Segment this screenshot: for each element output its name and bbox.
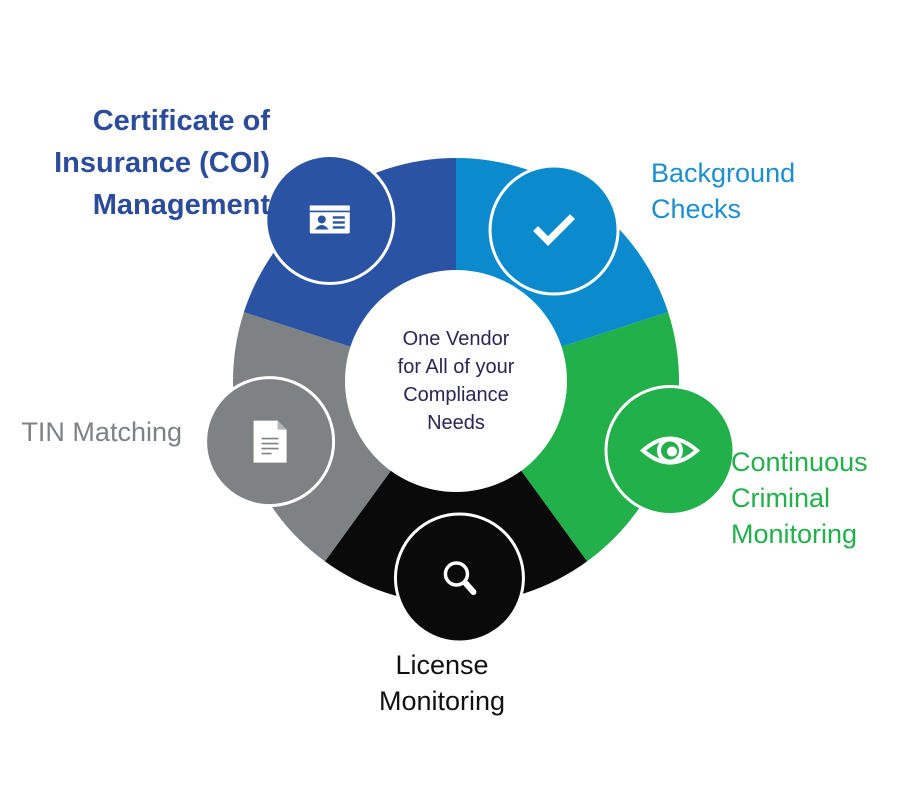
center-text: One Vendor for All of your Compliance Ne… (398, 325, 515, 437)
badge-coi-management (264, 153, 396, 285)
label-line: Background (651, 158, 796, 188)
label-coi-management: Certificate of Insurance (COI) Managemen… (54, 100, 270, 226)
badge-background-checks (488, 164, 620, 296)
id-card-icon (309, 205, 350, 234)
center-line: One Vendor (402, 328, 510, 350)
label-line: Management (92, 189, 270, 221)
badge-license-monitoring (393, 512, 525, 644)
label-line: Monitoring (731, 519, 858, 549)
center-line: for All of your (397, 356, 515, 378)
label-tin-matching: TIN Matching (21, 414, 182, 450)
label-line: Criminal (731, 483, 831, 513)
label-line: Insurance (COI) (54, 147, 270, 179)
document-icon (253, 420, 287, 463)
center-line: Compliance (403, 384, 509, 406)
label-line: TIN Matching (21, 417, 182, 447)
label-line: Continuous (731, 447, 868, 477)
badge-continuous-criminal-monitoring (604, 385, 736, 517)
label-background-checks: Background Checks (651, 155, 795, 227)
badge-circle (488, 164, 620, 296)
label-license-monitoring: License Monitoring (379, 647, 505, 719)
label-continuous-criminal-monitoring: Continuous Criminal Monitoring (731, 444, 868, 552)
label-line: License (395, 650, 489, 680)
label-line: Certificate of (92, 105, 270, 137)
label-line: Monitoring (378, 686, 506, 716)
label-line: Checks (651, 194, 742, 224)
badge-tin-matching (204, 376, 336, 508)
badge-circle (393, 512, 525, 644)
center-line: Needs (427, 412, 485, 434)
